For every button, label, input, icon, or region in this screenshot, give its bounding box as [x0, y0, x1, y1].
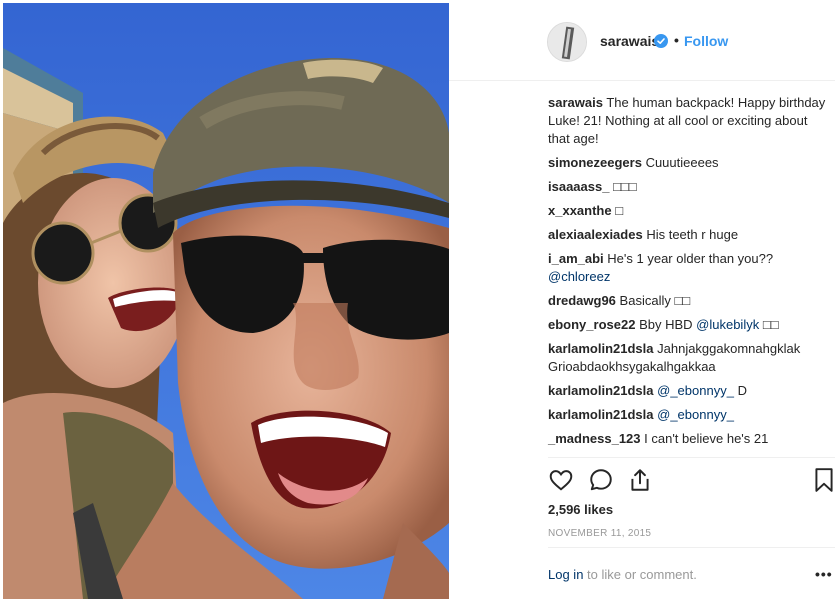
comment-username[interactable]: isaaaass_	[548, 179, 609, 194]
comment-text: □□□	[613, 179, 637, 194]
comment-username[interactable]: simonezeegers	[548, 155, 642, 170]
action-bar	[548, 467, 835, 495]
comment-text: Cuuutieeees	[645, 155, 719, 170]
comment-text: His teeth r huge	[646, 227, 739, 242]
heart-icon[interactable]	[548, 467, 576, 495]
comment-item: isaaaass_ □□□	[548, 178, 826, 196]
post-header: sarawais • Follow	[449, 0, 835, 81]
bookmark-icon[interactable]	[813, 467, 835, 495]
comment-text: Bby HBD	[639, 317, 693, 332]
follow-button[interactable]: Follow	[684, 33, 728, 49]
owner-username[interactable]: sarawais	[600, 33, 659, 49]
comment-username[interactable]: karlamolin21dsla	[548, 383, 654, 398]
comment-item: x_xxanthe □	[548, 202, 826, 220]
comment-item: simonezeegers Cuuutieeees	[548, 154, 826, 172]
comment-username[interactable]: _madness_123	[548, 431, 641, 446]
comment-item: ebony_rose22 Bby HBD @lukebilyk □□	[548, 316, 826, 334]
verified-badge-icon	[654, 34, 668, 48]
comment-username[interactable]: x_xxanthe	[548, 203, 612, 218]
comment-item: alexiaalexiades His teeth r huge	[548, 226, 826, 244]
avatar-image	[548, 23, 586, 61]
comment-mention-link[interactable]: @lukebilyk	[696, 317, 759, 332]
comment-item: karlamolin21dsla @_ebonnyy_	[548, 406, 826, 424]
comment-username[interactable]: alexiaalexiades	[548, 227, 643, 242]
login-link[interactable]: Log in	[548, 567, 583, 582]
divider	[548, 547, 835, 548]
comment-text: D	[737, 383, 747, 398]
selfie-illustration	[3, 3, 449, 599]
comment-mention-link[interactable]: @_ebonnyy_	[657, 407, 734, 422]
comment-bubble-icon[interactable]	[588, 467, 616, 495]
comment-list: sarawais The human backpack! Happy birth…	[548, 94, 826, 454]
login-prompt: Log in to like or comment.	[548, 567, 697, 582]
instagram-post: sarawais • Follow sarawais The human bac…	[0, 0, 835, 601]
post-sidebar: sarawais • Follow sarawais The human bac…	[449, 0, 835, 601]
more-options-icon[interactable]: •••	[815, 566, 833, 582]
comment-username[interactable]: i_am_abi	[548, 251, 604, 266]
comment-username[interactable]: karlamolin21dsla	[548, 407, 654, 422]
comment-username[interactable]: karlamolin21dsla	[548, 341, 654, 356]
comment-username[interactable]: dredawg96	[548, 293, 616, 308]
comment-text: Basically □□	[619, 293, 691, 308]
comment-item: dredawg96 Basically □□	[548, 292, 826, 310]
owner-avatar[interactable]	[547, 22, 587, 62]
comment-text: I can't believe he's 21	[644, 431, 769, 446]
comment-item: sarawais The human backpack! Happy birth…	[548, 94, 826, 148]
comment-item: karlamolin21dsla @_ebonnyy_ D	[548, 382, 826, 400]
comment-username[interactable]: ebony_rose22	[548, 317, 635, 332]
comment-item: i_am_abi He's 1 year older than you?? @c…	[548, 250, 826, 286]
comment-text: □	[615, 203, 624, 218]
share-icon[interactable]	[627, 467, 655, 495]
comment-mention-link[interactable]: @chloreez	[548, 269, 610, 284]
comment-username[interactable]: sarawais	[548, 95, 603, 110]
comment-item: karlamolin21dsla Jahnjakggakomnahgklak G…	[548, 340, 826, 376]
comment-text: He's 1 year older than you??	[607, 251, 774, 266]
like-count[interactable]: 2,596 likes	[548, 502, 613, 517]
post-date: NOVEMBER 11, 2015	[548, 528, 652, 539]
comment-item: _madness_123 I can't believe he's 21	[548, 430, 826, 448]
login-prompt-text: to like or comment.	[583, 567, 697, 582]
divider	[548, 457, 835, 458]
header-separator: •	[674, 32, 679, 48]
comment-mention-link[interactable]: @_ebonnyy_	[657, 383, 734, 398]
post-photo[interactable]	[3, 3, 449, 599]
comment-text: □□	[762, 317, 779, 332]
